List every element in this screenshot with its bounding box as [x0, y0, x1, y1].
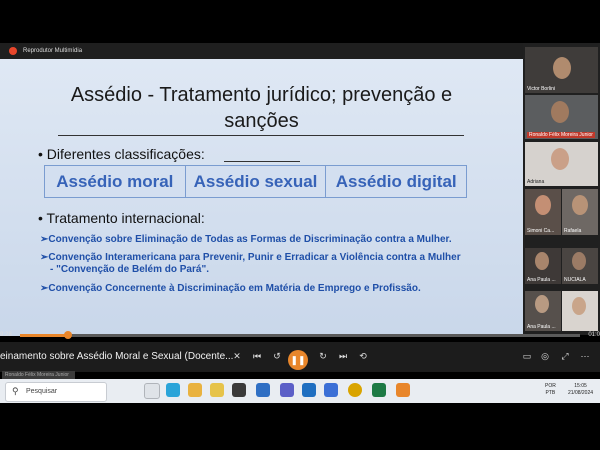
repeat-icon[interactable]: ⟲ [356, 351, 370, 362]
more-options-icon[interactable]: ⋯ [578, 351, 592, 362]
convention-item: ➢Convenção Concernente à Discriminação e… [40, 283, 500, 295]
participant-name: Rafaela [564, 228, 582, 234]
media-player-icon[interactable] [396, 383, 410, 397]
active-speaker-banner: Ronaldo Félix Moreira Junior [2, 371, 75, 379]
pause-button[interactable]: ❚❚ [288, 350, 308, 370]
file-explorer-icon[interactable] [188, 383, 202, 397]
taskbar-search[interactable]: ⚲ Pesquisar [5, 382, 107, 402]
seek-bar[interactable]: 9:28 01:0 [0, 330, 600, 342]
convention-item: ➢Convenção Interamericana para Prevenir,… [40, 252, 500, 264]
search-icon: ⚲ [12, 386, 19, 396]
previous-icon[interactable]: ⏮ [250, 351, 264, 362]
participant-avatar [551, 148, 569, 170]
edge-icon[interactable] [166, 383, 180, 397]
player-controls: einamento sobre Assédio Moral e Sexual (… [0, 342, 600, 372]
participant-avatar [535, 195, 551, 215]
task-view-icon[interactable] [144, 383, 160, 399]
convention-text-cont: - "Convenção de Belém do Pará". [50, 264, 209, 275]
subtitles-icon[interactable]: ▭ [520, 351, 534, 362]
convention-text: Convenção Concernente à Discriminação em… [48, 283, 421, 294]
participant-tile[interactable]: Ronaldo Félix Moreira Junior [525, 95, 598, 139]
forward-icon[interactable]: ↻ [316, 351, 330, 362]
convention-text: Convenção sobre Eliminação de Todas as F… [48, 234, 452, 245]
title-underline [224, 161, 300, 162]
participant-avatar [553, 57, 571, 79]
bullet-international: • Tratamento internacional: [38, 210, 205, 226]
participant-name: NUCIALA [564, 277, 586, 283]
classification-cell: Assédio moral [45, 166, 186, 197]
classification-cell: Assédio digital [335, 172, 457, 191]
classification-table: Assédio moral Assédio sexual Assédio dig… [44, 165, 467, 198]
seek-handle[interactable] [64, 331, 72, 339]
participant-name: Simoni Ca... [527, 228, 555, 234]
player-title-bar: Reprodutor Multimídia [0, 43, 600, 59]
windows-taskbar: ⚲ Pesquisar POR PTB 15:05 21/08/2024 [0, 379, 600, 403]
fullscreen-icon[interactable]: ⤢ [558, 351, 572, 362]
word-icon[interactable] [324, 383, 338, 397]
participant-name: Ronaldo Félix Moreira Junior [527, 132, 595, 138]
participant-avatar [535, 295, 549, 313]
participant-tile[interactable]: Ana Paula ... [525, 248, 561, 284]
participant-tile[interactable]: Simoni Ca... [525, 189, 561, 235]
next-icon[interactable]: ⏭ [336, 351, 350, 362]
participant-tile[interactable]: Rafaela [562, 189, 598, 235]
participant-tile[interactable] [562, 291, 598, 331]
outlook-icon[interactable] [302, 383, 316, 397]
participant-tile[interactable]: Adriana [525, 142, 598, 186]
participant-name: Victor Borlini [527, 86, 555, 92]
rewind-icon[interactable]: ↺ [270, 351, 284, 362]
language-code: POR [545, 383, 556, 389]
participant-name: Ana Paula ... [527, 277, 556, 283]
seek-fill [20, 334, 68, 337]
language-indicator[interactable]: POR PTB [545, 383, 556, 397]
excel-icon[interactable] [372, 383, 386, 397]
participant-tile[interactable]: NUCIALA [562, 248, 598, 284]
clock-date: 21/08/2024 [568, 390, 594, 396]
participants-panel: Victor Borlini Ronaldo Félix Moreira Jun… [523, 43, 600, 335]
player-title: Reprodutor Multimídia [23, 48, 83, 54]
system-clock[interactable]: 15:05 21/08/2024 [568, 383, 593, 397]
classification-cell: Assédio sexual [186, 166, 327, 197]
bullet-classifications: • Diferentes classificações: [38, 146, 205, 162]
participant-tile[interactable]: Ana Paula ... [525, 291, 561, 331]
speed-icon[interactable]: ◎ [538, 351, 552, 362]
seek-track[interactable] [20, 334, 580, 337]
slide-title-line1: Assédio - Tratamento jurídico; prevenção… [70, 84, 453, 106]
shuffle-icon[interactable]: ✕ [230, 351, 244, 362]
chrome-icon[interactable] [348, 383, 362, 397]
teams-icon[interactable] [280, 383, 294, 397]
presentation-slide: Assédio - Tratamento jurídico; prevenção… [0, 59, 523, 336]
video-title: einamento sobre Assédio Moral e Sexual (… [0, 351, 234, 362]
title-underline [58, 135, 464, 136]
participant-avatar [572, 297, 586, 315]
folder-icon[interactable] [210, 383, 224, 397]
participant-avatar [535, 252, 549, 270]
participant-avatar [572, 195, 588, 215]
participant-avatar [551, 101, 569, 123]
media-player-logo-icon [9, 47, 17, 55]
store-icon[interactable] [232, 383, 246, 397]
convention-text: Convenção Interamericana para Prevenir, … [48, 252, 461, 263]
keyboard-layout: PTB [545, 390, 556, 396]
convention-item: ➢Convenção sobre Eliminação de Todas as … [40, 234, 500, 246]
time-elapsed: 9:28 [0, 332, 12, 338]
participant-avatar [572, 252, 586, 270]
search-placeholder: Pesquisar [26, 388, 58, 395]
mail-icon[interactable] [256, 383, 270, 397]
participant-name: Adriana [527, 179, 545, 185]
participant-tile[interactable]: Victor Borlini [525, 47, 598, 93]
slide-title-line2: sanções [224, 110, 299, 132]
time-total: 01:0 [588, 332, 600, 338]
clock-time: 15:05 [574, 383, 587, 389]
